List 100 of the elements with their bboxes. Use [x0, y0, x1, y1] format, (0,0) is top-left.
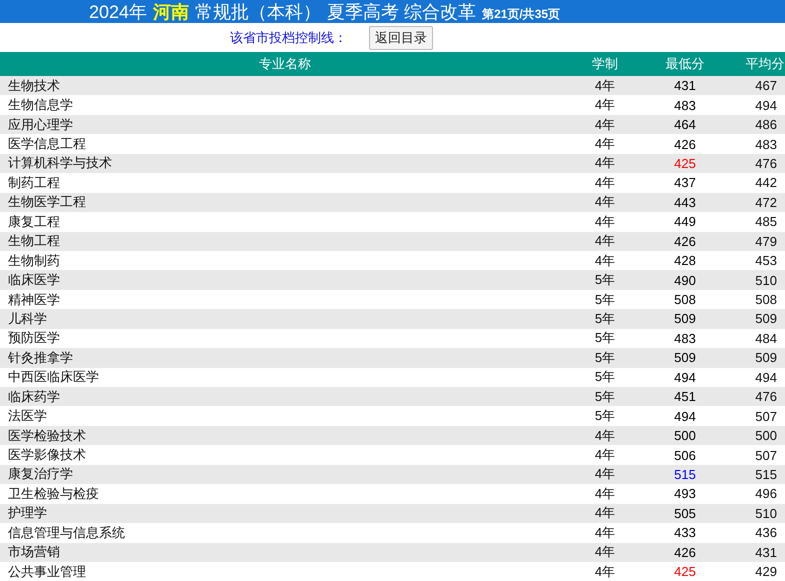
- major-name: 康复工程: [7, 212, 61, 231]
- avg-score: 479: [754, 234, 778, 249]
- avg-score: 515: [754, 466, 778, 482]
- avg-score: 483: [754, 136, 778, 152]
- min-score: 425: [673, 156, 697, 171]
- min-score: 464: [673, 117, 697, 132]
- major-name: 市场营销: [7, 543, 61, 562]
- min-score: 425: [673, 564, 697, 580]
- min-score: 431: [673, 78, 697, 94]
- avg-score: 508: [754, 292, 778, 308]
- duration-cell-text: 5年: [594, 407, 616, 426]
- duration-cell-text: 4年: [594, 543, 616, 562]
- duration-cell-text: 4年: [594, 504, 616, 522]
- duration-cell-text: 5年: [594, 271, 616, 290]
- page-indicator: 第21页/共35页: [482, 6, 560, 22]
- avg-score: 476: [754, 389, 778, 404]
- duration-cell-text: 4年: [594, 562, 616, 581]
- major-name: 医学检验技术: [7, 426, 87, 445]
- avg-score: 507: [754, 408, 778, 424]
- duration-cell-text: 4年: [594, 426, 616, 445]
- duration-cell-text: 4年: [594, 193, 616, 212]
- title-exam: 夏季高考 综合改革: [327, 0, 476, 24]
- avg-score: 510: [754, 272, 778, 288]
- major-name: 法医学: [7, 407, 48, 426]
- min-score: 490: [673, 272, 697, 288]
- major-name: 生物信息学: [7, 96, 74, 114]
- duration-cell-text: 4年: [594, 76, 616, 95]
- major-name: 生物技术: [7, 76, 61, 95]
- min-score: 426: [673, 544, 697, 560]
- duration-cell-text: 4年: [594, 154, 616, 172]
- avg-score: 494: [754, 370, 778, 385]
- duration-cell-text: 5年: [594, 388, 616, 406]
- duration-cell-text: 4年: [594, 465, 616, 484]
- duration-cell-text: 5年: [594, 310, 616, 328]
- min-score: 449: [673, 214, 697, 230]
- major-name: 儿科学: [7, 310, 48, 328]
- avg-score: 429: [754, 564, 778, 580]
- avg-score: 500: [754, 428, 778, 444]
- major-name: 医学影像技术: [7, 446, 87, 464]
- min-score: 505: [673, 506, 697, 521]
- avg-score: 484: [754, 330, 778, 346]
- major-name: 精神医学: [7, 290, 61, 309]
- major-name: 针灸推拿学: [7, 348, 74, 367]
- major-name: 医学信息工程: [7, 135, 87, 154]
- avg-score: 509: [754, 350, 778, 366]
- column-header: 最低分: [664, 55, 706, 73]
- control-line-label: 该省市投档控制线：: [230, 28, 347, 46]
- duration-cell-text: 4年: [594, 232, 616, 250]
- major-name: 生物工程: [7, 232, 61, 250]
- duration-cell-text: 4年: [594, 135, 616, 154]
- min-score: 483: [673, 330, 697, 346]
- duration-cell-text: 4年: [594, 252, 616, 270]
- avg-score: 494: [754, 98, 778, 113]
- min-score: 494: [673, 370, 697, 385]
- min-score: 493: [673, 486, 697, 502]
- column-header: 学制: [591, 55, 619, 73]
- avg-score: 496: [754, 486, 778, 502]
- min-score: 509: [673, 311, 697, 326]
- duration-cell-text: 5年: [594, 368, 616, 386]
- major-name: 预防医学: [7, 329, 61, 348]
- min-score: 508: [673, 292, 697, 308]
- title-batch: 常规批（本科）: [195, 0, 322, 24]
- min-score: 506: [673, 448, 697, 463]
- duration-cell-text: 5年: [594, 329, 616, 348]
- duration-cell-text: 4年: [594, 446, 616, 464]
- duration-cell-text: 5年: [594, 290, 616, 309]
- duration-cell-text: 5年: [594, 348, 616, 367]
- column-header: 专业名称: [258, 55, 312, 73]
- duration-cell-text: 4年: [594, 212, 616, 231]
- duration-cell-text: 4年: [594, 524, 616, 542]
- min-score: 451: [673, 389, 697, 404]
- major-name: 卫生检验与检疫: [7, 484, 100, 503]
- major-name: 生物制药: [7, 252, 61, 270]
- min-score: 426: [673, 234, 697, 249]
- min-score: 428: [673, 253, 697, 268]
- avg-score: 476: [754, 156, 778, 171]
- min-score: 509: [673, 350, 697, 366]
- column-header: 平均分: [744, 55, 785, 73]
- min-score: 500: [673, 428, 697, 444]
- avg-score: 472: [754, 194, 778, 210]
- major-name: 临床医学: [7, 271, 61, 290]
- major-name: 生物医学工程: [7, 193, 87, 212]
- avg-score: 453: [754, 253, 778, 268]
- min-score: 494: [673, 408, 697, 424]
- avg-score: 442: [754, 175, 778, 190]
- min-score: 443: [673, 194, 697, 210]
- major-name: 计算机科学与技术: [7, 154, 113, 172]
- avg-score: 467: [754, 78, 778, 94]
- back-button[interactable]: 返回目录: [369, 26, 433, 50]
- duration-cell-text: 4年: [594, 484, 616, 503]
- min-score: 515: [673, 466, 697, 482]
- major-name: 信息管理与信息系统: [7, 524, 126, 542]
- duration-cell-text: 4年: [594, 174, 616, 192]
- avg-score: 431: [754, 544, 778, 560]
- title-province: 河南: [153, 0, 190, 24]
- avg-score: 509: [754, 311, 778, 326]
- duration-cell-text: 4年: [594, 96, 616, 114]
- min-score: 433: [673, 525, 697, 540]
- avg-score: 436: [754, 525, 778, 540]
- major-name: 中西医临床医学: [7, 368, 100, 386]
